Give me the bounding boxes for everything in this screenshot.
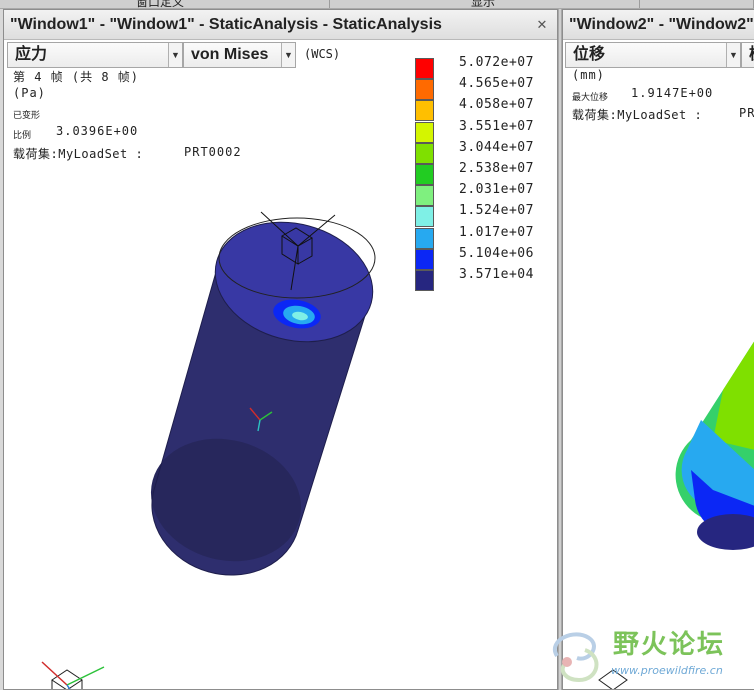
stress-model-view [41,211,376,689]
quantity-select-value: 应力 [15,46,48,63]
top-tab-3[interactable]: 其他 [640,0,754,8]
quantity-select[interactable]: 应力 ▼ [7,42,183,68]
top-tab-1[interactable]: 窗口定义 [0,0,330,9]
top-tab-1-label: 窗口定义 [136,0,185,9]
chevron-down-icon[interactable]: ▼ [281,43,295,67]
forum-watermark: 野火论坛 www.proewildfire.cn [545,622,754,690]
app-root: 窗口定义 显示 其他 "Window1" - "Window1" - Stati… [0,0,754,690]
triad-icon [41,661,105,689]
watermark-logo-icon [553,632,599,683]
window-1[interactable]: "Window1" - "Window1" - StaticAnalysis -… [3,9,558,690]
window-1-title: "Window1" - "Window1" - StaticAnalysis -… [10,16,442,33]
component-select-value: von Mises [191,46,269,63]
close-icon[interactable]: ✕ [535,18,549,32]
top-tab-strip: 窗口定义 显示 其他 [0,0,754,9]
csys-label: (WCS) [304,47,341,61]
component-select[interactable]: von Mises ▼ [183,42,296,68]
watermark-url: www.proewildfire.cn [611,664,723,677]
watermark-title: 野火论坛 [613,630,726,660]
displacement-model-view [598,341,754,689]
legend-value: 5.072e+07 [459,55,534,70]
window-1-titlebar[interactable]: "Window1" - "Window1" - StaticAnalysis -… [4,10,557,40]
top-tab-2-label: 显示 [471,0,496,9]
window-1-viewport[interactable] [4,70,557,689]
window-2[interactable]: "Window2" - "Window2" 位移 ▼ 模 (mm) 最大位移 1… [562,9,754,690]
chevron-down-icon[interactable]: ▼ [168,43,182,67]
top-tab-2[interactable]: 显示 [330,0,640,9]
